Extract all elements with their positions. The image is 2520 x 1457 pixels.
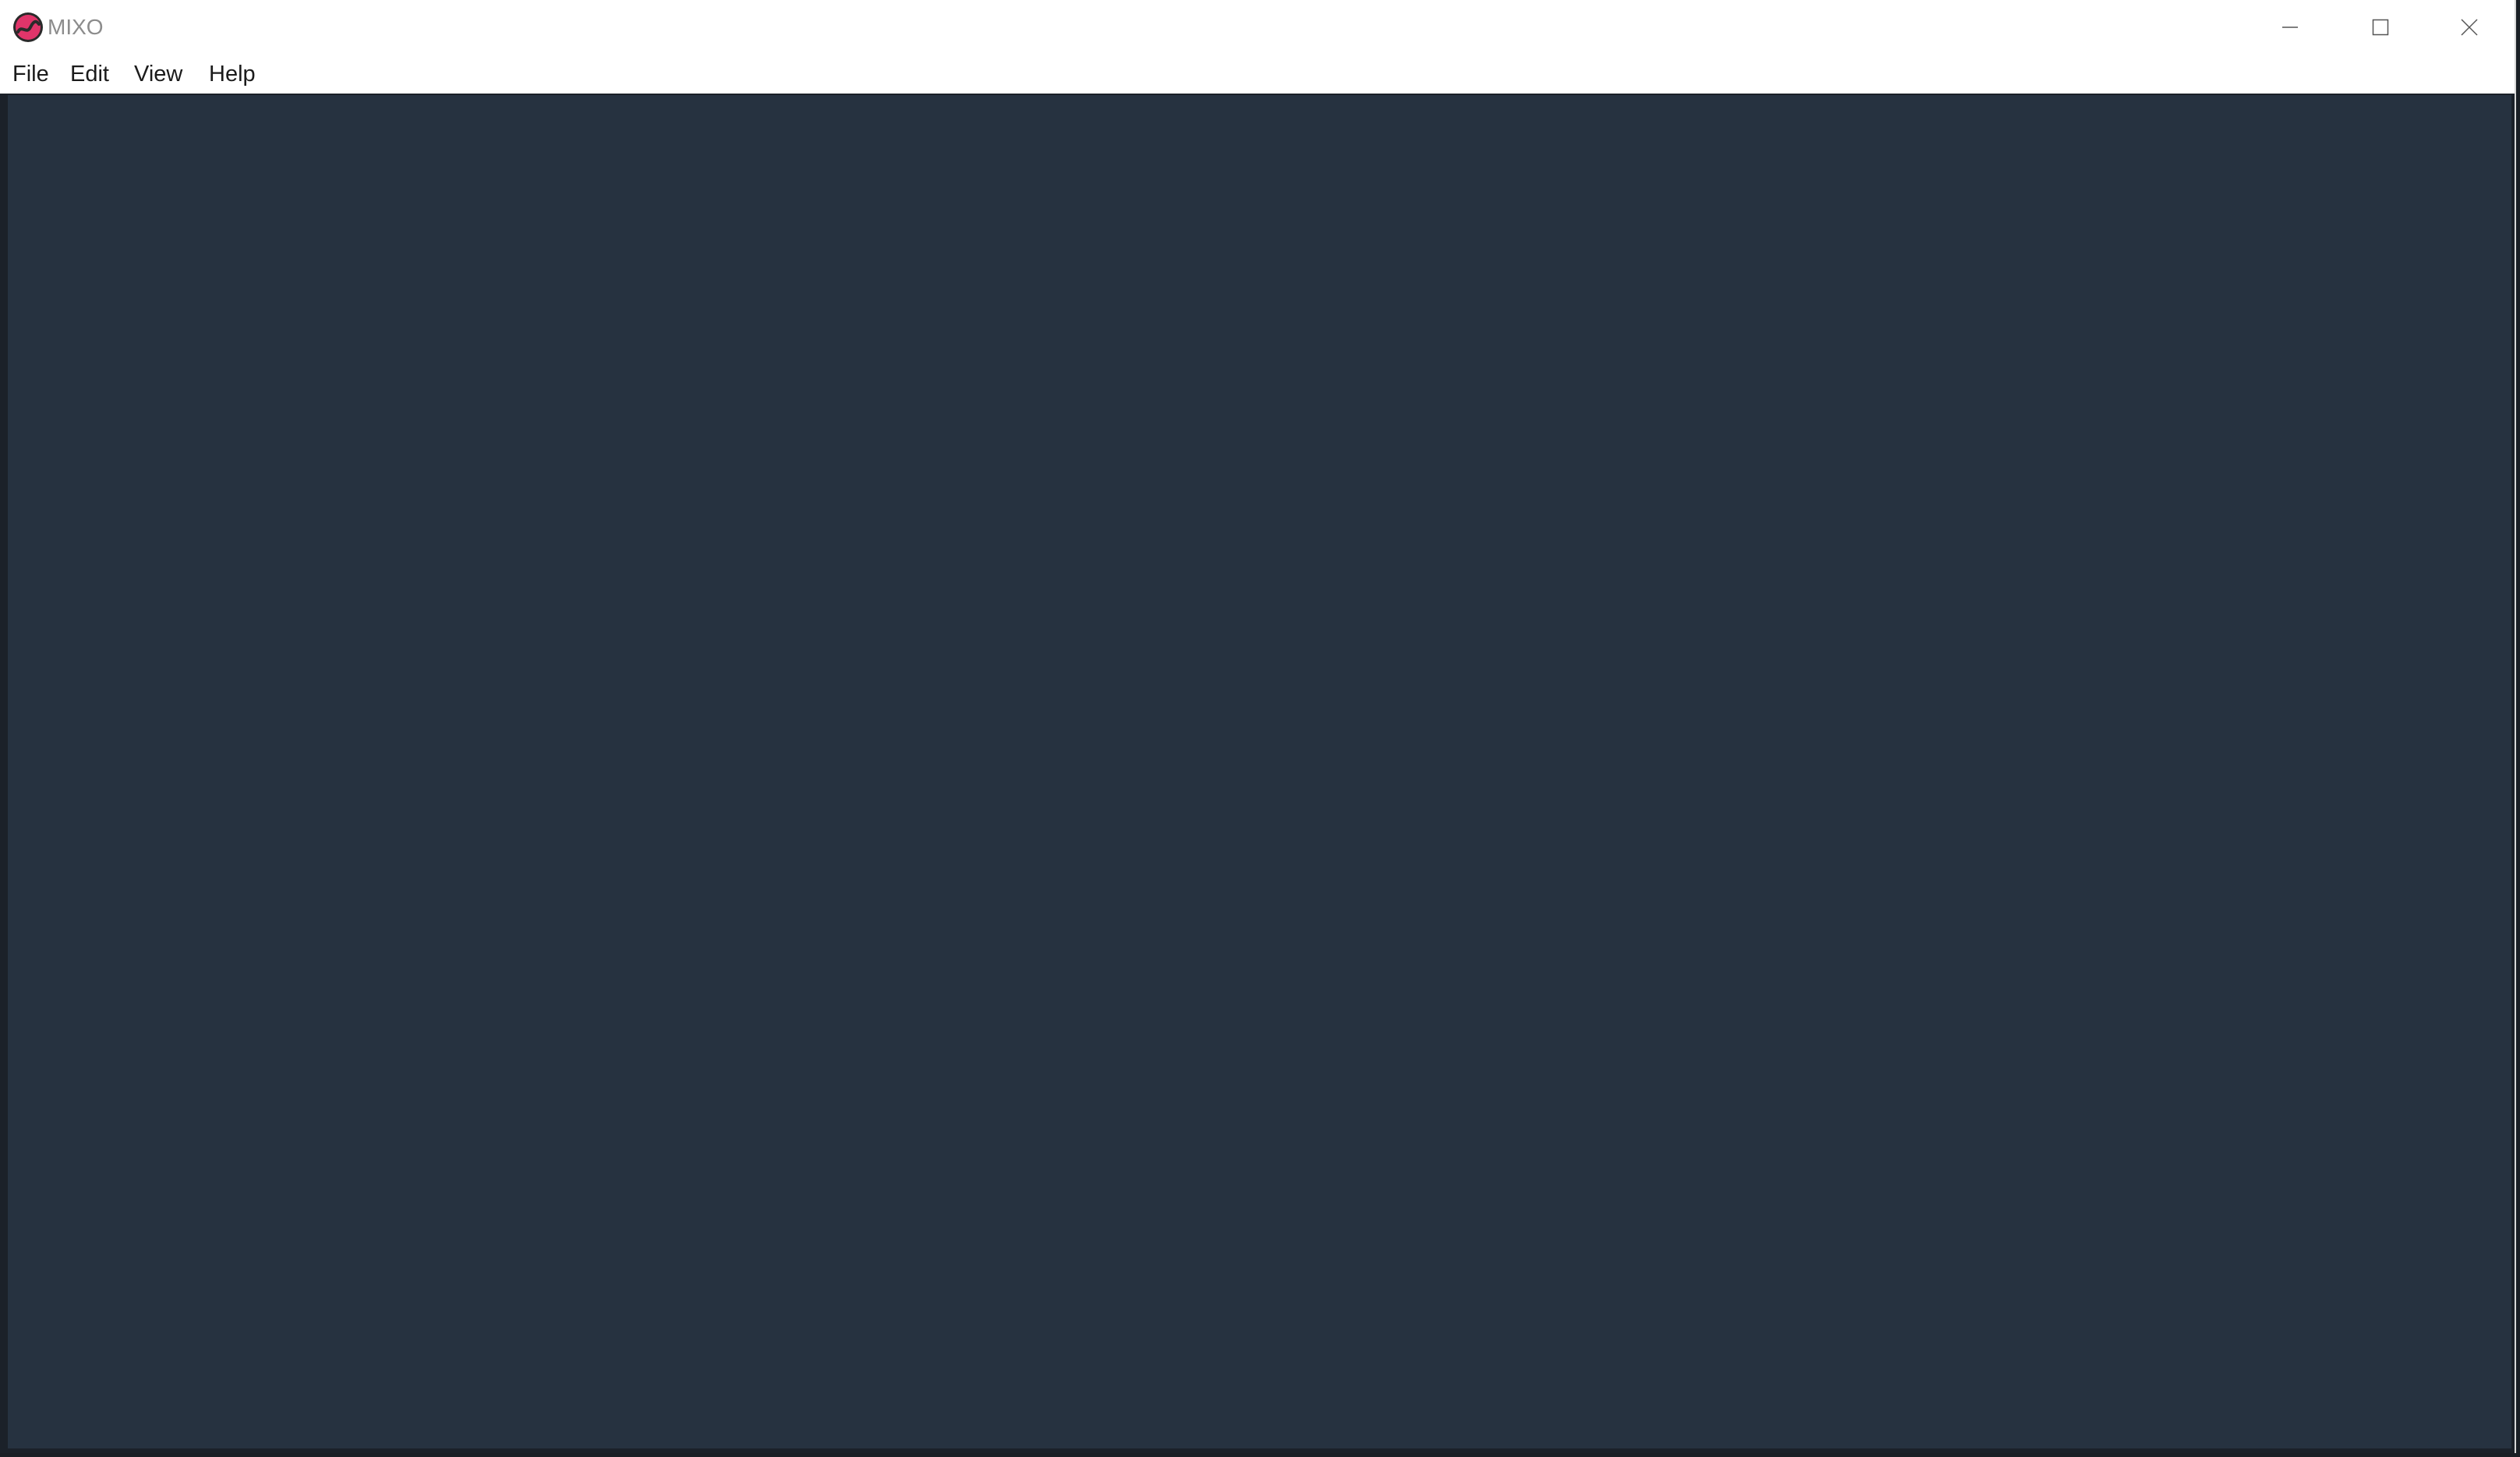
- close-icon: [2461, 19, 2478, 36]
- minimize-button[interactable]: [2245, 0, 2335, 55]
- title-bar[interactable]: MIXO: [0, 0, 2515, 55]
- menu-file[interactable]: File: [11, 61, 51, 87]
- close-button[interactable]: [2424, 0, 2515, 55]
- maximize-icon: [2372, 19, 2389, 36]
- menu-help[interactable]: Help: [207, 61, 257, 87]
- menu-bar: File Edit View Help: [0, 55, 2515, 94]
- maximize-button[interactable]: [2335, 0, 2426, 55]
- mixo-logo-icon: [13, 12, 43, 42]
- minimize-icon: [2282, 27, 2298, 28]
- app-window: MIXO File Edit View Help: [0, 0, 2516, 1453]
- workspace-frame: [0, 94, 2515, 1453]
- menu-view[interactable]: View: [133, 61, 184, 87]
- window-title: MIXO: [48, 15, 104, 39]
- workspace-canvas[interactable]: [8, 95, 2511, 1448]
- menu-edit[interactable]: Edit: [69, 61, 111, 87]
